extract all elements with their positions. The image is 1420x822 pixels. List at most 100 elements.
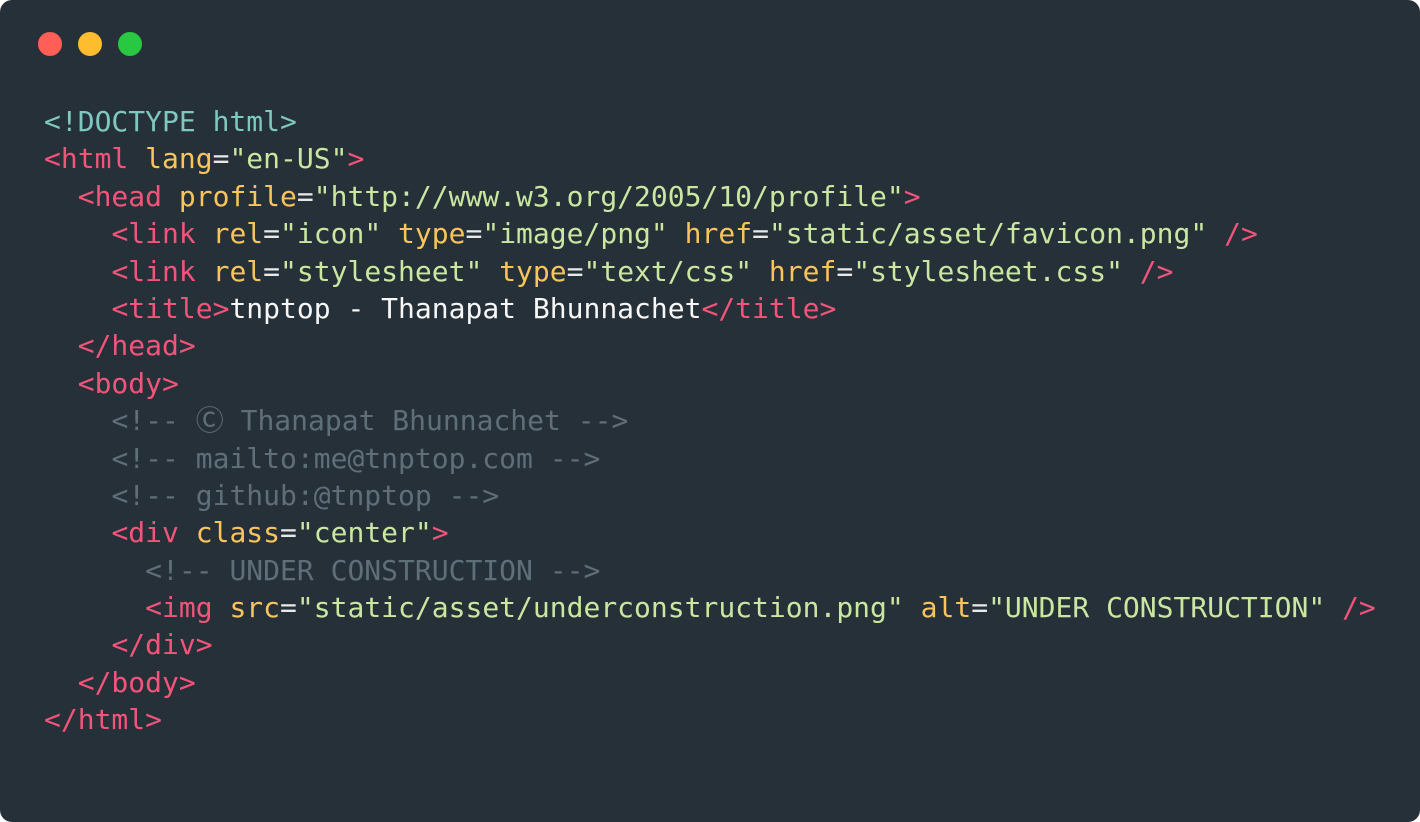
code-line: <!DOCTYPE html> — [44, 103, 1376, 140]
code-token-attr: alt — [920, 591, 972, 625]
code-token-punct: = — [280, 591, 297, 625]
code-token-attr: src — [229, 591, 281, 625]
code-window: <!DOCTYPE html> <html lang="en-US"> <head… — [0, 0, 1420, 822]
code-token-comment: <!-- Ⓒ Thanapat Bhunnachet --> — [111, 404, 629, 438]
code-token-comment: <!-- github:@tnptop --> — [111, 478, 500, 512]
code-token-string: "stylesheet.css" — [853, 254, 1123, 288]
code-token-punct: = — [263, 217, 281, 251]
code-token-punct: = — [296, 179, 314, 213]
code-token-tag: <title> — [111, 291, 230, 325]
code-line: </head> — [44, 327, 1376, 364]
code-line: </div> — [44, 626, 1376, 663]
code-token-attr: type — [398, 217, 466, 251]
code-line: <link rel="stylesheet" type="text/css" h… — [44, 253, 1376, 290]
code-line: <!-- github:@tnptop --> — [44, 477, 1376, 514]
code-token-string: "image/png" — [482, 217, 668, 251]
code-token-punct: = — [566, 254, 584, 288]
code-token-comment: <!-- mailto:me@tnptop.com --> — [111, 441, 601, 475]
code-token-string: "UNDER CONSTRUCTION" — [988, 591, 1326, 625]
code-token-string: "static/asset/favicon.png" — [768, 217, 1208, 251]
code-token-tag: > — [903, 179, 921, 213]
code-token-attr: profile — [178, 179, 297, 213]
code-token-tag: </div> — [111, 628, 213, 662]
code-token-tag: /> — [1224, 217, 1258, 251]
zoom-button[interactable] — [118, 32, 142, 56]
code-line: <!-- UNDER CONSTRUCTION --> — [44, 552, 1376, 589]
code-line: <div class="center"> — [44, 514, 1376, 551]
code-token-string: "text/css" — [583, 254, 753, 288]
code-token-punct: = — [752, 217, 769, 251]
code-token-text: tnptop - Thanapat Bhunnachet — [229, 291, 702, 325]
code-token-attr: class — [195, 516, 281, 550]
code-line: <!-- mailto:me@tnptop.com --> — [44, 440, 1376, 477]
code-line: <body> — [44, 365, 1376, 402]
code-token-attr: rel — [212, 217, 264, 251]
code-line: </html> — [44, 701, 1376, 738]
code-token-tag: <link — [111, 217, 196, 251]
code-line: </body> — [44, 664, 1376, 701]
code-token-attr: lang — [145, 142, 213, 176]
code-token-punct: = — [212, 142, 230, 176]
code-token-attr: href — [768, 254, 837, 288]
code-token-attr: rel — [212, 254, 264, 288]
code-token-string: "en-US" — [229, 142, 348, 176]
code-token-tag: /> — [1342, 591, 1376, 625]
code-line: <head profile="http://www.w3.org/2005/10… — [44, 178, 1376, 215]
minimize-button[interactable] — [78, 32, 102, 56]
code-token-tag: <img — [145, 591, 213, 625]
code-token-tag: </html> — [44, 703, 163, 737]
code-token-tag: </head> — [77, 329, 196, 363]
code-token-tag: <head — [77, 179, 163, 213]
code-line: <img src="static/asset/underconstruction… — [44, 589, 1376, 626]
code-token-punct: = — [465, 217, 483, 251]
code-token-tag: <body> — [77, 366, 179, 400]
code-token-doctype: <!DOCTYPE html> — [44, 105, 297, 138]
code-token-punct: = — [263, 254, 281, 288]
code-token-attr: type — [499, 254, 567, 288]
code-token-punct: = — [280, 516, 297, 550]
close-button[interactable] — [38, 32, 62, 56]
code-token-punct: = — [836, 254, 854, 288]
code-token-comment: <!-- UNDER CONSTRUCTION --> — [145, 553, 601, 587]
code-token-tag: </title> — [701, 291, 837, 325]
code-token-attr: href — [684, 217, 753, 251]
code-token-tag: <div — [111, 516, 179, 550]
code-token-string: "static/asset/underconstruction.png" — [296, 591, 904, 625]
code-line: <!-- Ⓒ Thanapat Bhunnachet --> — [44, 402, 1376, 439]
code-token-punct: = — [971, 591, 989, 625]
code-token-tag: > — [347, 142, 365, 176]
window-controls — [38, 32, 142, 56]
code-token-tag: > — [431, 516, 449, 550]
code-token-tag: <html — [44, 142, 129, 176]
code-token-string: "icon" — [280, 217, 382, 251]
code-token-string: "http://www.w3.org/2005/10/profile" — [313, 179, 904, 213]
code-line: <title>tnptop - Thanapat Bhunnachet</tit… — [44, 290, 1376, 327]
code-token-tag: </body> — [77, 665, 196, 699]
